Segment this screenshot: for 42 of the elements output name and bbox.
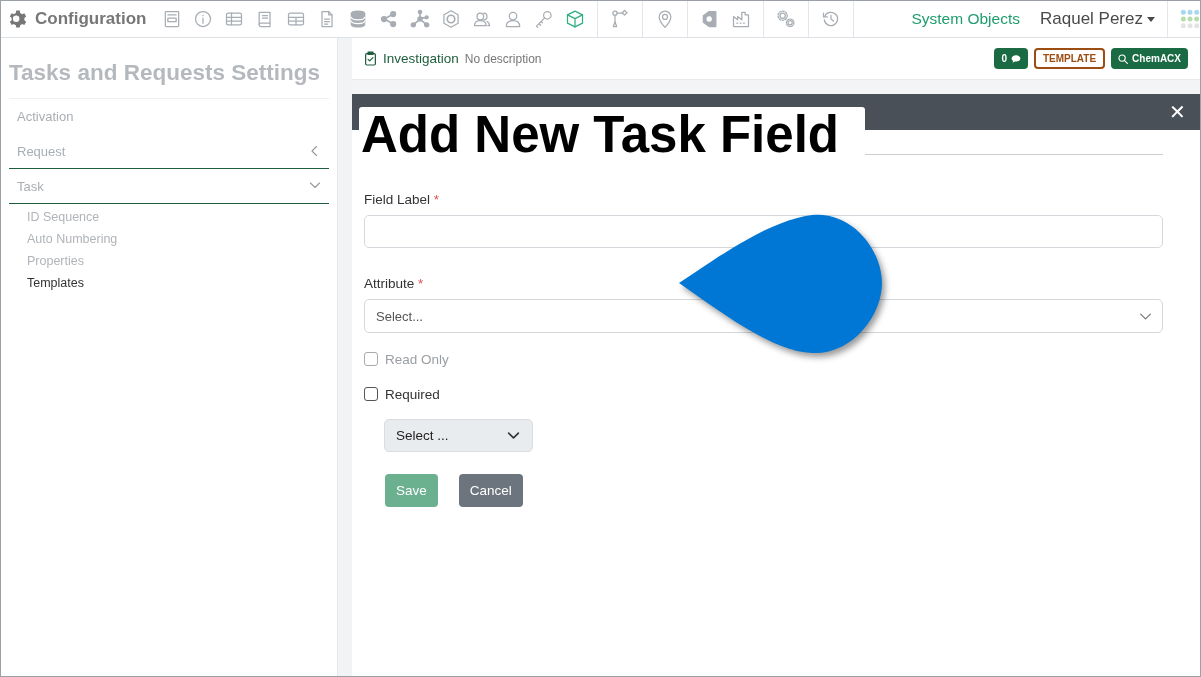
sidebar-title: Tasks and Requests Settings (9, 58, 329, 99)
sidebar-subitem[interactable]: Templates (27, 276, 84, 290)
app-title: Configuration (35, 9, 147, 29)
close-button[interactable]: ✕ (1169, 102, 1186, 122)
sidebar-subitem[interactable]: ID Sequence (27, 210, 100, 224)
app-grid-icon[interactable] (1180, 9, 1200, 29)
cancel-button[interactable]: Cancel (458, 474, 523, 507)
user-menu[interactable]: Raquel Perez (1032, 1, 1168, 37)
sidebar-item[interactable]: Activation (9, 99, 329, 134)
search-button[interactable]: ChemACX (1111, 48, 1188, 69)
key-icon[interactable] (534, 9, 555, 29)
checkbox-label: Read Only (385, 351, 449, 367)
field-label: Attribute * (364, 276, 424, 291)
factory-icon[interactable] (731, 9, 752, 29)
sidebar-subitem[interactable]: Auto Numbering (27, 232, 118, 246)
comments-button[interactable]: 0 (994, 48, 1028, 69)
gear-icon (7, 8, 29, 30)
sidebar-subitem[interactable]: Properties (27, 254, 84, 268)
record-title: Investigation (383, 51, 459, 66)
section-label: Task (17, 178, 44, 194)
cube-icon[interactable] (565, 9, 586, 29)
template-badge: TEMPLATE (1033, 48, 1106, 69)
caret-icon (1147, 16, 1155, 22)
record-description: No description (464, 51, 542, 66)
sidebar-section[interactable]: Request (9, 134, 329, 169)
section-label: Request (17, 143, 66, 159)
speech-bubble-icon (1010, 53, 1021, 64)
hexagon-icon[interactable] (441, 9, 462, 29)
network-icon[interactable] (410, 9, 431, 29)
checkbox-label: Required (385, 386, 440, 402)
field-label: Field Label * (364, 192, 440, 207)
chevron-down-icon (507, 429, 520, 442)
checkbox[interactable] (364, 387, 378, 401)
dropdown-button[interactable]: Select ... (384, 419, 533, 452)
clipboard-icon (364, 51, 377, 66)
gears-icon[interactable] (776, 9, 797, 29)
sidebar-item-label: Activation (17, 109, 74, 124)
sidebar-section[interactable]: Task (9, 169, 329, 204)
search-icon (1118, 53, 1129, 64)
info-icon[interactable] (193, 9, 214, 29)
branch-icon[interactable] (610, 9, 631, 29)
system-objects-link[interactable]: System Objects (899, 10, 1032, 28)
